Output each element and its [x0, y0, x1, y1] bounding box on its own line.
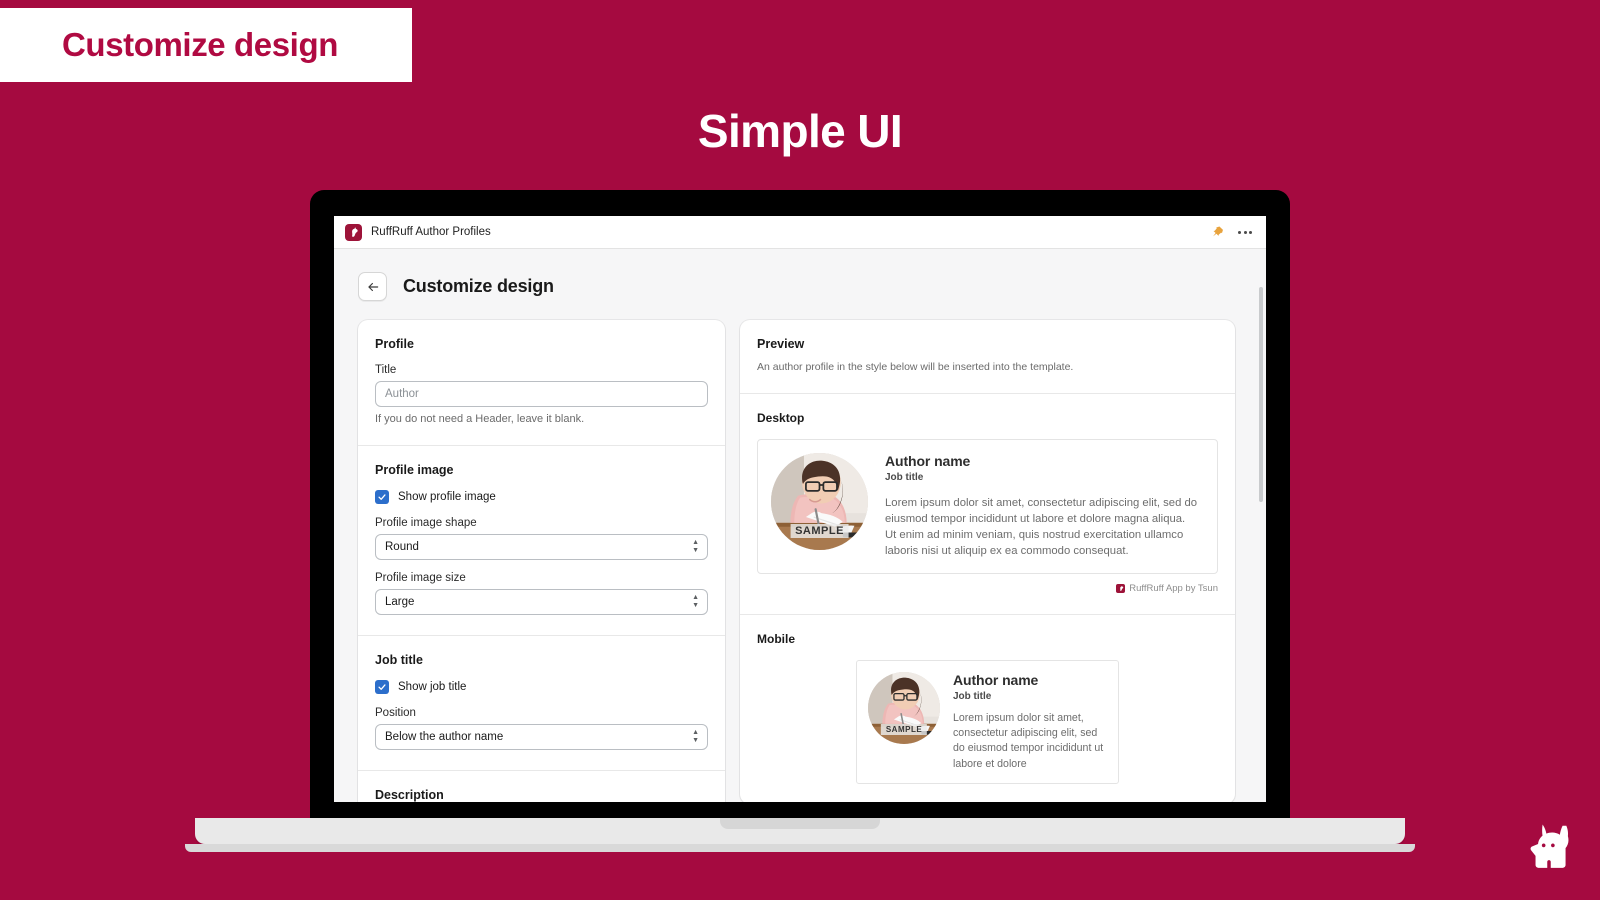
- app-title: RuffRuff Author Profiles: [371, 226, 491, 238]
- profile-image-shape-value: Round: [385, 541, 419, 553]
- page-columns: Profile Title If you do not need a Heade…: [352, 320, 1248, 802]
- section-title: Profile image: [375, 463, 454, 477]
- title-field-label: Title: [375, 364, 397, 376]
- profile-image-size-value: Large: [385, 596, 415, 608]
- laptop-foot: [185, 844, 1415, 852]
- ruffruff-dog-logo-icon: [1116, 583, 1126, 593]
- section-profile-image: Profile image Show profile image Profile…: [358, 445, 725, 635]
- avatar-watermark: SAMPLE: [880, 723, 928, 735]
- job-title: Job title: [885, 472, 924, 483]
- page-title: Customize design: [403, 276, 554, 296]
- profile-image-shape-select[interactable]: Round: [375, 534, 708, 560]
- promo-banner-label: Customize design: [62, 26, 338, 63]
- show-profile-image-row[interactable]: Show profile image: [375, 490, 708, 504]
- author-name: Author name: [953, 671, 1039, 688]
- show-job-title-label: Show job title: [398, 681, 467, 693]
- show-job-title-row[interactable]: Show job title: [375, 680, 708, 694]
- promo-banner: Customize design: [0, 8, 412, 82]
- show-job-title-checkbox[interactable]: [375, 680, 389, 694]
- promo-headline: Simple UI: [697, 105, 903, 157]
- author-paragraph-2: Ut enim ad minim veniam, quis nostrud ex…: [885, 529, 1184, 558]
- profile-image-size-select-wrap: Large ▲ ▼: [375, 589, 708, 615]
- avatar: SAMPLE: [868, 671, 940, 744]
- preview-column: Preview An author profile in the style b…: [740, 320, 1235, 802]
- profile-image-shape-label: Profile image shape: [375, 517, 477, 529]
- title-input[interactable]: [375, 381, 708, 407]
- ruffruff-dog-logo-icon: [345, 223, 362, 241]
- position-select[interactable]: Below the author name: [375, 724, 708, 750]
- section-title: Profile: [375, 337, 414, 351]
- app-page: Customize design Profile Title If you do…: [334, 249, 1266, 802]
- author-paragraph-1: Lorem ipsum dolor sit amet, consectetur …: [885, 497, 1198, 526]
- preview-mobile-section: Mobile SAMPLE Author name Job title Lore…: [740, 613, 1235, 802]
- laptop-base-notch: [720, 818, 880, 829]
- author-description: Lorem ipsum dolor sit amet, consectetur …: [953, 711, 1104, 770]
- settings-column: Profile Title If you do not need a Heade…: [358, 320, 725, 802]
- job-title: Job title: [953, 690, 992, 702]
- position-select-wrap: Below the author name ▲ ▼: [375, 724, 708, 750]
- laptop-lid: RuffRuff Author Profiles Customize desig…: [310, 190, 1290, 818]
- profile-settings-card: Profile Title If you do not need a Heade…: [358, 320, 725, 802]
- desktop-preview-text: Author name Job title Lorem ipsum dolor …: [885, 453, 1201, 560]
- preview-title: Preview: [757, 337, 805, 351]
- laptop-screen: RuffRuff Author Profiles Customize desig…: [334, 216, 1266, 802]
- section-title: Description: [375, 788, 444, 802]
- pin-icon[interactable]: [1211, 224, 1225, 240]
- position-value: Below the author name: [385, 731, 504, 743]
- laptop-mockup: RuffRuff Author Profiles Customize desig…: [185, 190, 1415, 852]
- select-updown-icon: ▲ ▼: [692, 729, 699, 744]
- mobile-preview-card: SAMPLE Author name Job title Lorem ipsum…: [856, 659, 1119, 785]
- more-horizontal-icon[interactable]: [1238, 230, 1252, 234]
- check-icon: [378, 684, 386, 690]
- check-icon: [378, 494, 386, 500]
- profile-image-size-select[interactable]: Large: [375, 589, 708, 615]
- title-help-text: If you do not need a Header, leave it bl…: [375, 413, 585, 425]
- preview-header: Preview An author profile in the style b…: [740, 320, 1235, 393]
- desktop-preview-card: SAMPLE Author name Job title Lorem ipsum…: [757, 439, 1218, 574]
- preview-desktop-section: Desktop SAMPLE Author name Job title Lor…: [740, 393, 1235, 614]
- app-topbar: RuffRuff Author Profiles: [334, 216, 1266, 249]
- laptop-base: [195, 818, 1405, 844]
- select-updown-icon: ▲ ▼: [692, 594, 699, 609]
- desktop-label: Desktop: [757, 411, 805, 425]
- attribution: RuffRuff App by Tsun: [757, 583, 1218, 594]
- avatar: SAMPLE: [771, 453, 868, 550]
- page-scrollbar-thumb[interactable]: [1259, 287, 1263, 502]
- profile-image-shape-select-wrap: Round ▲ ▼: [375, 534, 708, 560]
- profile-image-size-label: Profile image size: [375, 572, 466, 584]
- show-profile-image-checkbox[interactable]: [375, 490, 389, 504]
- mobile-label: Mobile: [757, 631, 795, 646]
- select-updown-icon: ▲ ▼: [692, 539, 699, 554]
- author-description: Lorem ipsum dolor sit amet, consectetur …: [885, 495, 1201, 560]
- page-scrollbar[interactable]: [1259, 287, 1263, 787]
- author-name: Author name: [885, 453, 971, 469]
- section-profile: Profile Title If you do not need a Heade…: [358, 320, 725, 445]
- section-description: Description: [358, 770, 725, 802]
- preview-card: Preview An author profile in the style b…: [740, 320, 1235, 802]
- arrow-left-icon: [367, 282, 378, 291]
- show-profile-image-label: Show profile image: [398, 491, 496, 503]
- page-header: Customize design: [352, 249, 1248, 320]
- position-label: Position: [375, 707, 416, 719]
- avatar-watermark: SAMPLE: [790, 524, 849, 539]
- ruffruff-dog-head-icon: [1518, 816, 1580, 878]
- preview-subtitle: An author profile in the style below wil…: [757, 361, 1074, 373]
- mobile-preview-wrap: SAMPLE Author name Job title Lorem ipsum…: [757, 659, 1218, 785]
- section-job-title: Job title Show job title Position Below …: [358, 635, 725, 770]
- attribution-text: RuffRuff App by Tsun: [1129, 582, 1218, 594]
- back-button[interactable]: [358, 272, 387, 301]
- mobile-preview-text: Author name Job title Lorem ipsum dolor …: [953, 672, 1106, 773]
- section-title: Job title: [375, 653, 423, 667]
